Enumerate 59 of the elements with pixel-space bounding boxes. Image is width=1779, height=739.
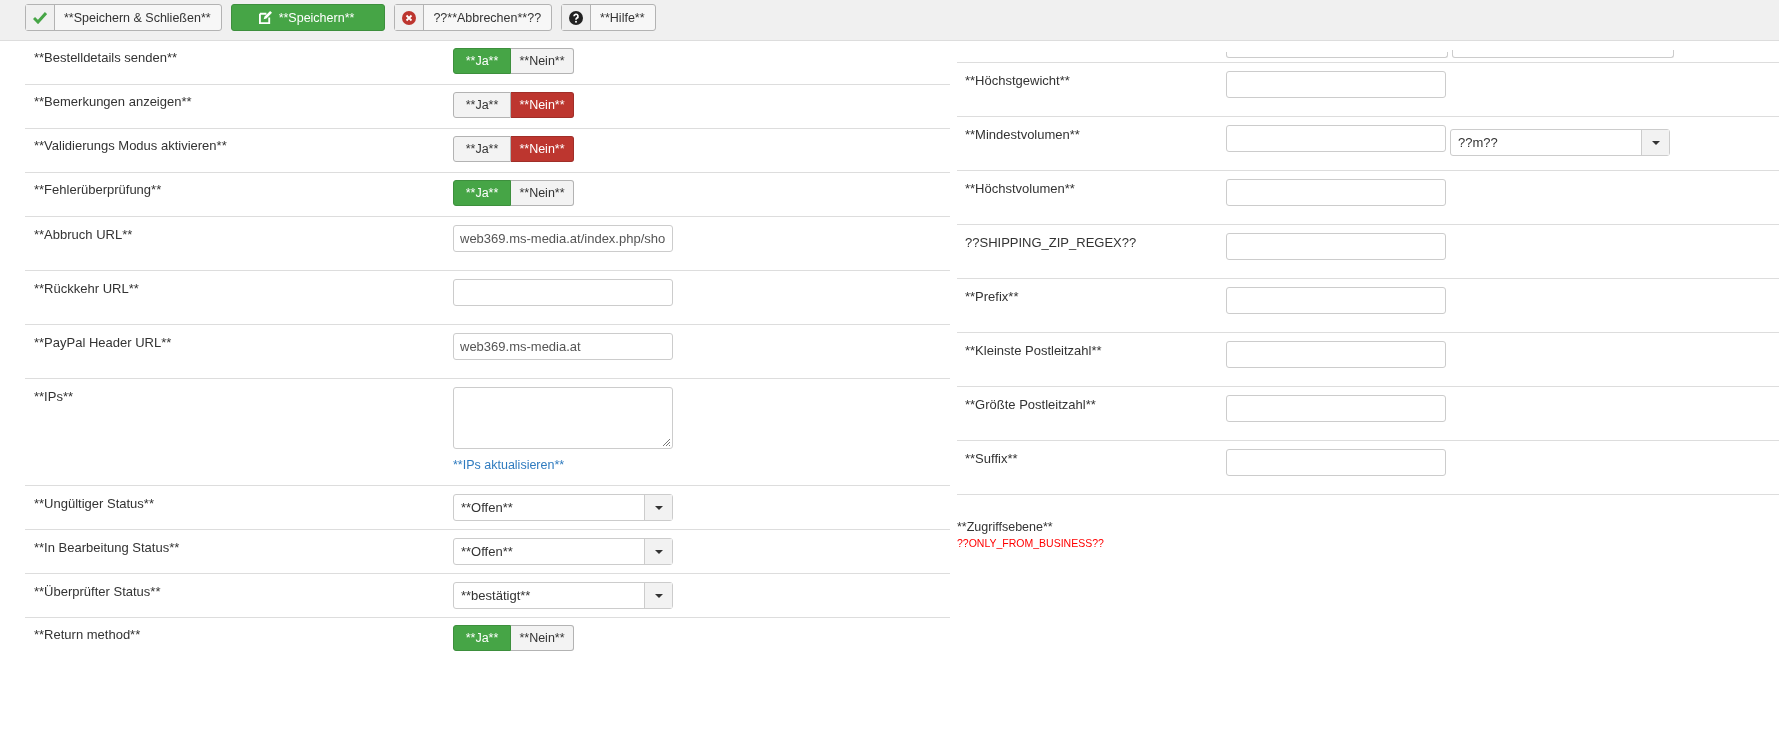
field-label: **Abbruch URL** <box>33 226 134 244</box>
input-field[interactable] <box>1226 179 1446 206</box>
select-field[interactable]: **bestätigt** <box>453 582 673 609</box>
checkmark-icon <box>33 11 47 24</box>
field-label: **Prefix** <box>964 288 1020 306</box>
field-label: **PayPal Header URL** <box>33 334 173 352</box>
toggle-option[interactable]: **Ja** <box>453 92 511 118</box>
update-link[interactable]: **IPs aktualisieren** <box>453 458 673 472</box>
field-label: **Return method** <box>33 626 142 644</box>
toggle-option[interactable]: **Nein** <box>511 92 574 118</box>
toggle-option[interactable]: **Nein** <box>511 625 574 651</box>
field-label: **Kleinste Postleitzahl** <box>964 342 1103 360</box>
input-field[interactable] <box>1226 52 1448 58</box>
input-field[interactable]: web369.ms-media.at/index.php/sho <box>453 225 673 252</box>
toggle-option[interactable]: **Ja** <box>453 136 511 162</box>
access-label: **Zugriffsebene** <box>957 520 1053 534</box>
input-field[interactable] <box>1226 125 1446 152</box>
input-field[interactable] <box>1226 71 1446 98</box>
select-field[interactable]: **Offen** <box>453 538 673 565</box>
field-label: **Überprüfter Status** <box>33 583 162 601</box>
toolbar-button[interactable]: ??**Abbrechen**?? <box>394 4 553 31</box>
edit-icon <box>259 11 273 24</box>
select-field[interactable] <box>1452 50 1674 58</box>
field-label: **Ungültiger Status** <box>33 495 155 513</box>
close-icon <box>402 10 417 25</box>
field-label: **Suffix** <box>964 450 1019 468</box>
help-icon <box>569 10 584 25</box>
toggle-option[interactable]: **Nein** <box>511 136 574 162</box>
toggle-option[interactable]: **Nein** <box>511 180 574 206</box>
select-field[interactable]: ??m?? <box>1450 129 1670 156</box>
input-field[interactable] <box>1226 341 1446 368</box>
field-label: **IPs** <box>33 388 75 406</box>
access-value: ??ONLY_FROM_BUSINESS?? <box>957 537 1104 549</box>
caret-icon <box>654 593 663 598</box>
field-label: **Mindestvolumen** <box>964 126 1081 144</box>
field-label: **Bestelldetails senden** <box>33 49 179 67</box>
field-label: **Höchstvolumen** <box>964 180 1076 198</box>
field-label: **Bemerkungen anzeigen** <box>33 93 193 111</box>
field-label: **In Bearbeitung Status** <box>33 539 181 557</box>
toolbar-button[interactable]: **Speichern & Schließen** <box>25 4 222 31</box>
field-label: **Rückkehr URL** <box>33 280 140 298</box>
input-field[interactable] <box>1226 395 1446 422</box>
field-label: **Fehlerüberprüfung** <box>33 181 163 199</box>
caret-icon <box>654 505 663 510</box>
input-field[interactable] <box>1226 449 1446 476</box>
caret-icon <box>1651 140 1660 145</box>
field-label: **Größte Postleitzahl** <box>964 396 1097 414</box>
input-field[interactable]: web369.ms-media.at <box>453 333 673 360</box>
select-field[interactable]: **Offen** <box>453 494 673 521</box>
field-label: **Validierungs Modus aktivieren** <box>33 137 228 155</box>
toolbar-button[interactable]: **Hilfe** <box>561 4 656 31</box>
toggle-option[interactable]: **Nein** <box>511 48 574 74</box>
resize-grip-icon[interactable] <box>661 437 671 447</box>
input-field[interactable] <box>453 279 673 306</box>
field-label: **Höchstgewicht** <box>964 72 1071 90</box>
input-field[interactable] <box>1226 287 1446 314</box>
input-field[interactable] <box>1226 233 1446 260</box>
caret-icon <box>654 549 663 554</box>
field-label: ??SHIPPING_ZIP_REGEX?? <box>964 234 1138 252</box>
